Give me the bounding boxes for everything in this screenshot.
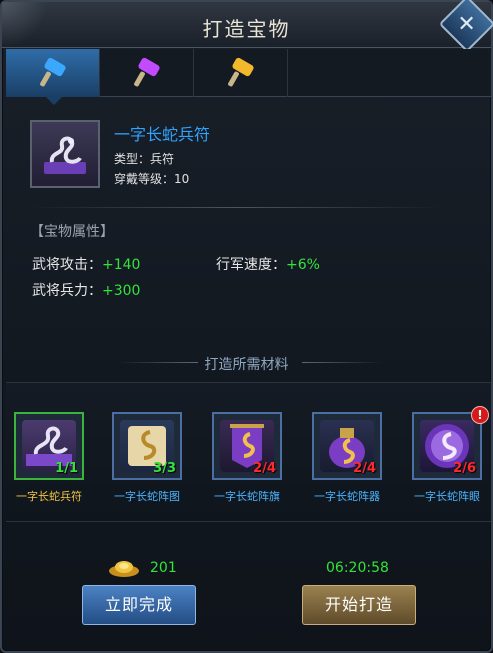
divider xyxy=(30,207,442,208)
title-bar: 打造宝物 xyxy=(2,2,491,48)
dialog-title: 打造宝物 xyxy=(202,17,291,41)
material-slot[interactable]: 1/1 xyxy=(14,412,84,480)
alert-badge: ! xyxy=(471,406,489,424)
material-count: 2/4 xyxy=(353,461,376,476)
materials-title: 打造所需材料 xyxy=(204,357,289,373)
blue-hammer-icon xyxy=(39,56,67,88)
attr-troops: 武将兵力：+300 xyxy=(32,283,141,299)
finish-now-button[interactable]: 立即完成 xyxy=(82,585,196,625)
material-name: 一字长蛇阵器 xyxy=(314,490,380,503)
treasure-icon-box[interactable] xyxy=(30,120,100,188)
material-name: 一字长蛇阵眼 xyxy=(414,490,480,503)
treasure-level: 穿戴等级：10 xyxy=(114,172,190,186)
snake-talisman-icon xyxy=(44,136,86,174)
gold-hammer-icon xyxy=(227,56,255,88)
close-icon: ✕ xyxy=(457,11,476,37)
attributes-title: 【宝物属性】 xyxy=(30,224,114,240)
start-forge-button[interactable]: 开始打造 xyxy=(302,585,416,625)
forge-dialog: 打造宝物 ✕ 一字长蛇兵符 类型：兵符 穿戴等级：10 【宝物属性】 武将攻击：… xyxy=(0,0,493,653)
material-slot[interactable]: 2/4 xyxy=(212,412,282,480)
gold-amount: 201 xyxy=(150,560,177,576)
attr-attack: 武将攻击：+140 xyxy=(32,257,141,273)
material-count: 1/1 xyxy=(55,461,78,476)
tab-blue-hammer[interactable] xyxy=(6,49,100,105)
treasure-name: 一字长蛇兵符 xyxy=(114,125,211,144)
material-name: 一字长蛇阵图 xyxy=(114,490,180,503)
attr-march-speed: 行军速度：+6% xyxy=(216,257,320,273)
tab-purple-hammer[interactable] xyxy=(100,49,194,97)
material-count: 2/4 xyxy=(253,461,276,476)
material-name: 一字长蛇阵旗 xyxy=(214,490,280,503)
tab-bar xyxy=(6,49,491,105)
forge-timer: 06:20:58 xyxy=(326,560,389,576)
purple-hammer-icon xyxy=(133,56,161,88)
tab-gold-hammer[interactable] xyxy=(194,49,288,97)
treasure-type: 类型：兵符 xyxy=(114,152,175,166)
material-slot[interactable]: 2/4 xyxy=(312,412,382,480)
material-name: 一字长蛇兵符 xyxy=(16,490,82,503)
material-slot[interactable]: 3/3 xyxy=(112,412,182,480)
material-count: 2/6 xyxy=(453,461,476,476)
gold-ingot-icon xyxy=(109,561,139,577)
material-count: 3/3 xyxy=(153,461,176,476)
material-slot[interactable]: 2/6 xyxy=(412,412,482,480)
